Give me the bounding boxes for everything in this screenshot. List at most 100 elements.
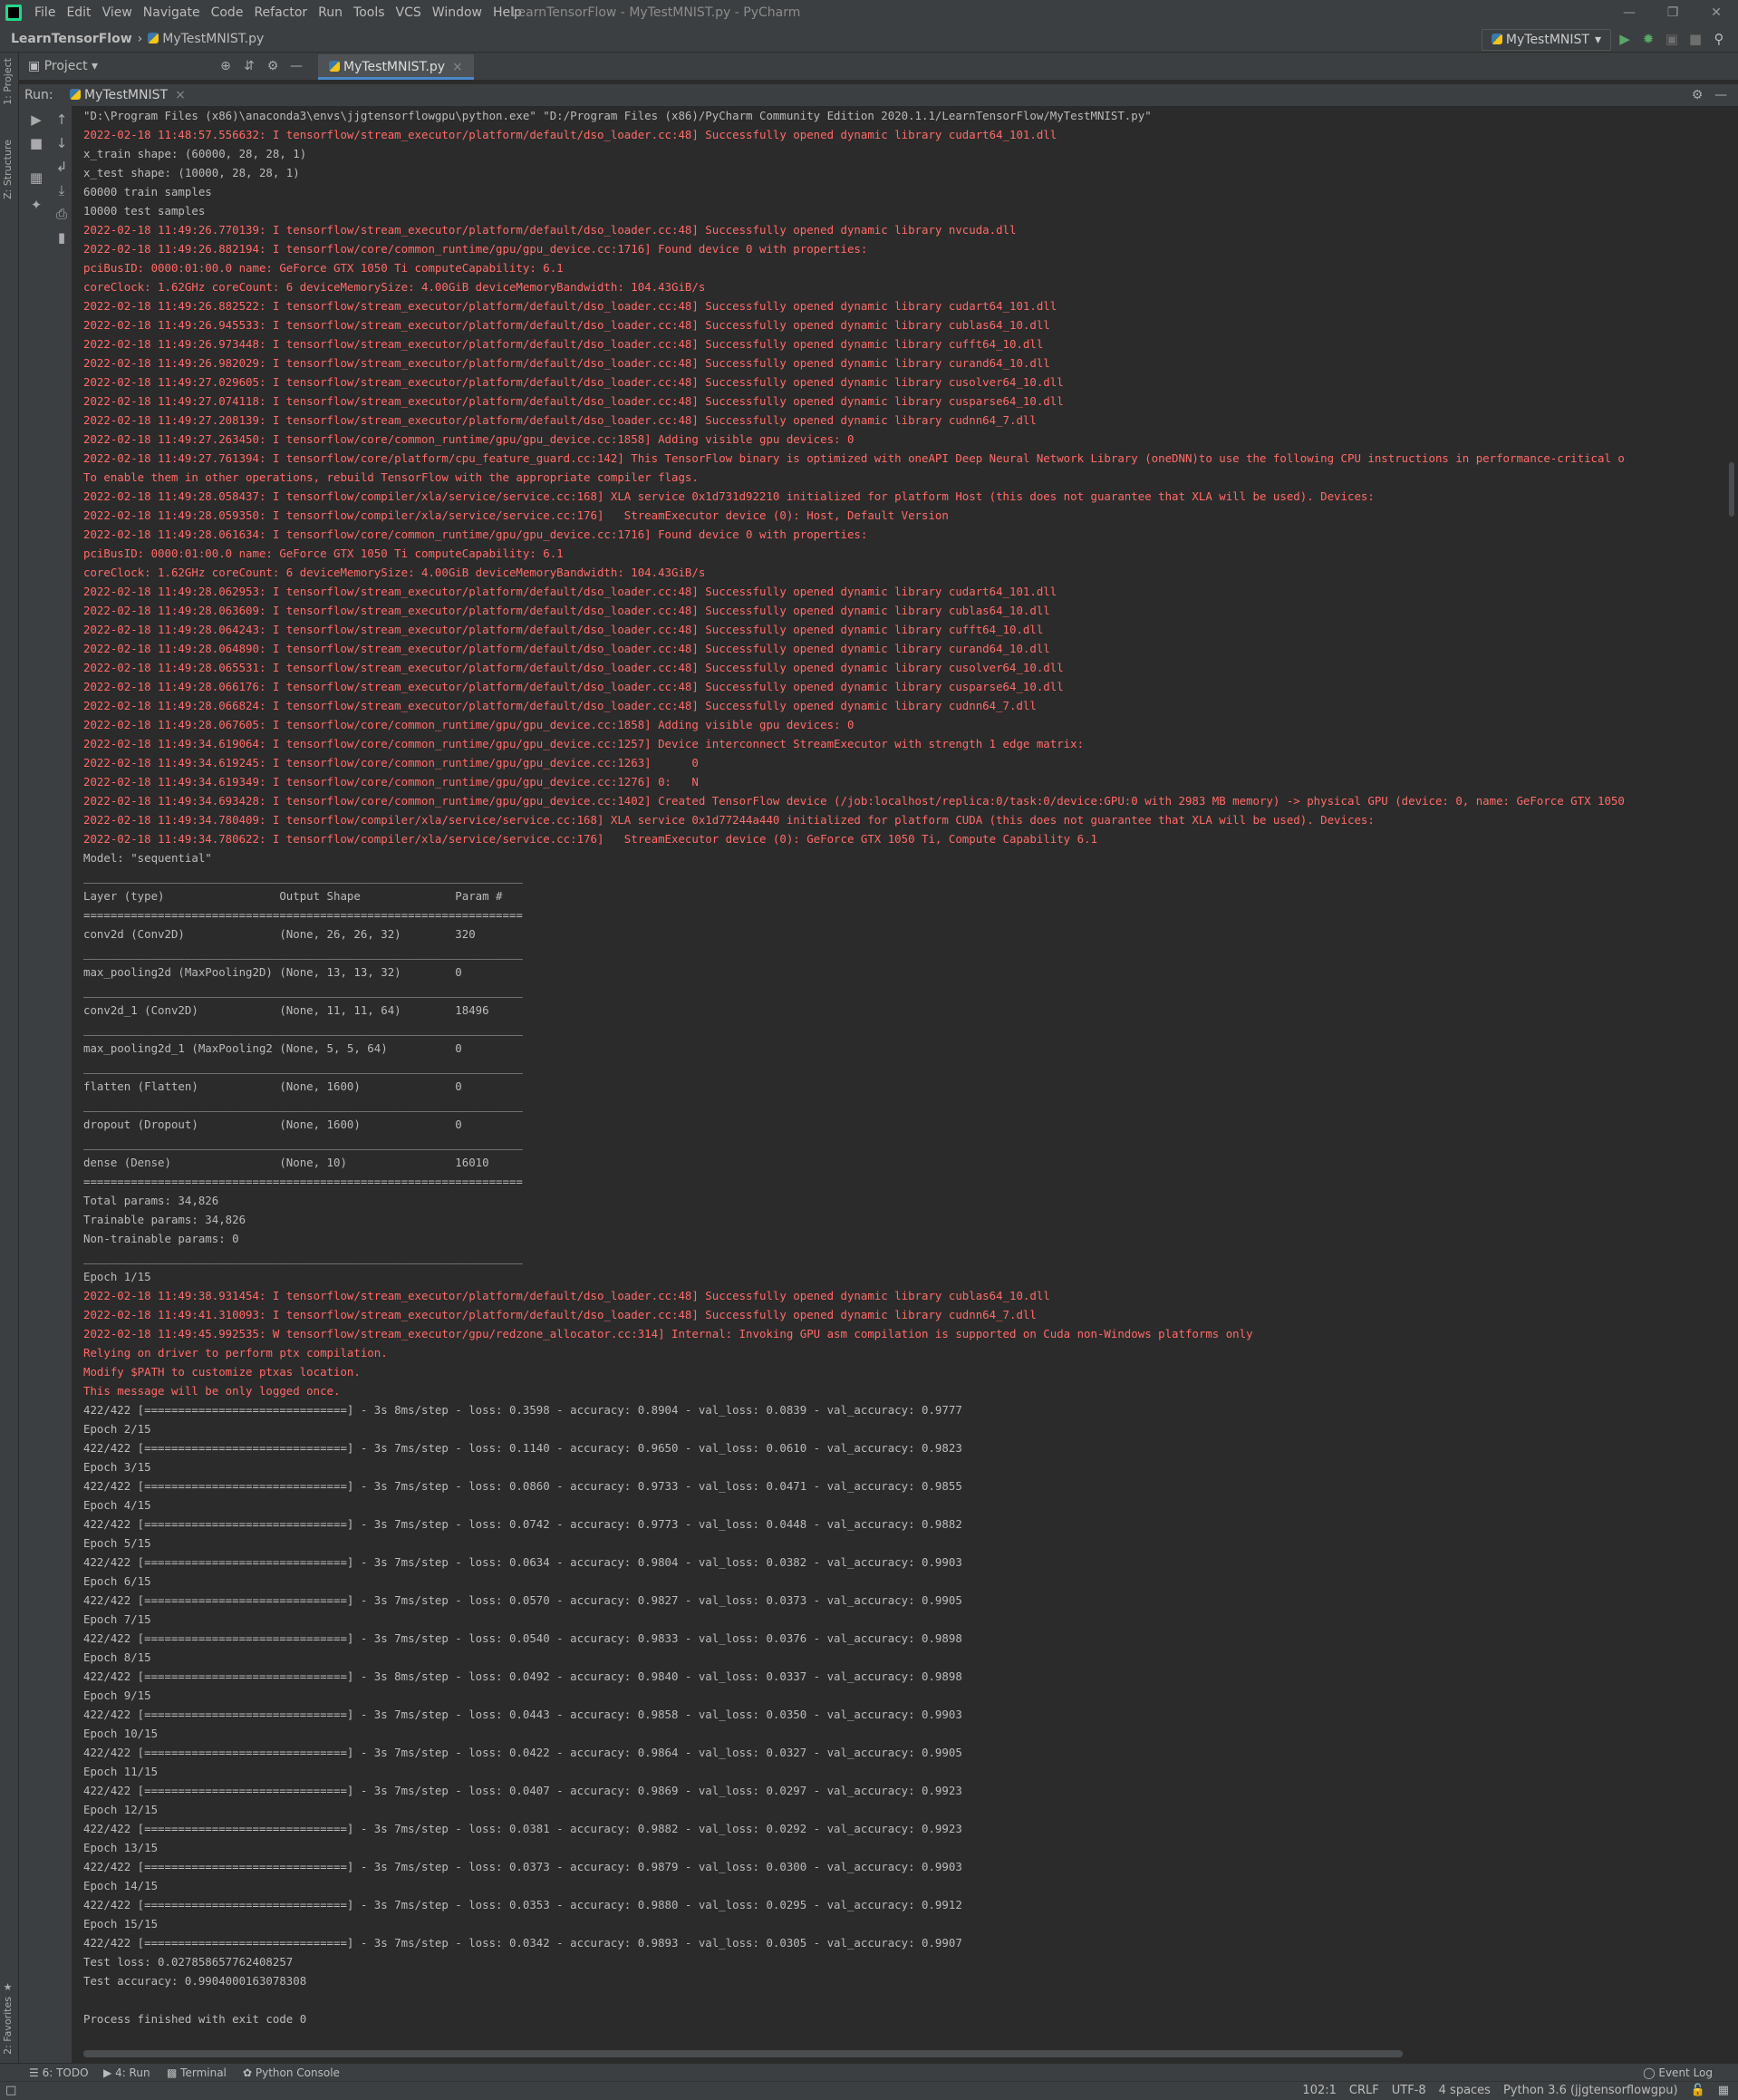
console-line: dense (Dense) (None, 10) 16010 [83,1156,489,1169]
minimize-icon[interactable]: — [1709,84,1733,106]
menu-view[interactable]: View [97,0,138,25]
run-toolbar: ▶ ↑ ■ ↓ ↲ ▦ ⤓ ✦ ⎙ ▮ [19,106,72,2063]
console-line: 2022-02-18 11:49:45.992535: W tensorflow… [83,1327,1253,1340]
menu-file[interactable]: File [29,0,61,25]
navigation-bar: LearnTensorFlow › MyTestMNIST.py MyTestMNI… [0,25,1738,53]
caret-position[interactable]: 102:1 [1302,2084,1336,2097]
close-icon[interactable]: × [452,60,463,74]
close-icon[interactable]: × [175,88,186,102]
python-file-icon [329,61,340,72]
console-line: Test loss: 0.027858657762408257 [83,1955,294,1969]
menu-tools[interactable]: Tools [348,0,391,25]
menu-run[interactable]: Run [313,0,348,25]
debug-icon[interactable]: ✹ [1637,25,1660,53]
console-line: 422/422 [==============================]… [83,1936,962,1950]
search-icon[interactable]: ⚲ [1707,25,1731,53]
console-line: Epoch 8/15 [83,1650,151,1664]
console-line: Non-trainable params: 0 [83,1232,239,1245]
menu-edit[interactable]: Edit [61,0,96,25]
editor-tab-mytestmnist[interactable]: MyTestMNIST.py × [318,54,474,80]
menu-code[interactable]: Code [206,0,249,25]
gear-icon[interactable]: ⚙ [1685,84,1709,106]
vertical-scrollbar[interactable] [1729,462,1734,517]
run-tab-label: MyTestMNIST [84,88,169,102]
python-interpreter[interactable]: Python 3.6 (jjgtensorflowgpu) [1503,2084,1678,2097]
console-line: 2022-02-18 11:49:27.208139: I tensorflow… [83,413,1037,427]
console-line: pciBusID: 0000:01:00.0 name: GeForce GTX… [83,261,564,275]
status-bar: □ 102:1 CRLF UTF-8 4 spaces Python 3.6 (jjgt… [0,2081,1738,2100]
favorites-tool-tab[interactable]: 2: Favorites ★ [2,1981,14,2055]
console-line: 422/422 [==============================]… [83,1593,962,1607]
title-bar: File Edit View Navigate Code Refactor Run Tools… [0,0,1738,25]
console-line: Epoch 2/15 [83,1422,151,1436]
console-line: "D:\Program Files (x86)\anaconda3\envs\j… [83,109,1152,122]
breadcrumb-file[interactable]: MyTestMNIST.py [162,32,264,46]
run-icon[interactable]: ▶ [1613,25,1637,53]
event-log-label: Event Log [1658,2066,1713,2079]
console-line: 2022-02-18 11:49:27.263450: I tensorflow… [83,432,855,446]
notifications-icon[interactable]: ▦ [1718,2084,1729,2097]
console-line: 2022-02-18 11:49:28.059350: I tensorflow… [83,508,949,522]
console-line: ________________________________________… [83,984,523,998]
console-line: Test accuracy: 0.9904000163078308 [83,1974,307,1988]
editor-tab-label: MyTestMNIST.py [343,60,446,74]
minimize-icon[interactable]: — [285,53,308,80]
horizontal-scrollbar[interactable] [83,2050,1403,2057]
menu-navigate[interactable]: Navigate [138,0,206,25]
menu-window[interactable]: Window [427,0,488,25]
indent-setting[interactable]: 4 spaces [1439,2084,1491,2097]
console-line: Epoch 14/15 [83,1879,159,1892]
coverage-icon[interactable]: ▣ [1660,25,1684,53]
status-left-icon[interactable]: □ [5,2082,16,2100]
python-file-icon [1491,34,1502,44]
console-line: 422/422 [==============================]… [83,1860,962,1873]
console-line: coreClock: 1.62GHz coreCount: 6 deviceMe… [83,566,706,579]
bottom-tab-terminal[interactable]: ▩ Terminal [167,2064,227,2082]
console-line: Epoch 6/15 [83,1574,151,1588]
console-line: Epoch 9/15 [83,1689,151,1702]
console-line: Epoch 11/15 [83,1765,159,1778]
console-line: 2022-02-18 11:48:57.556632: I tensorflow… [83,128,1057,141]
menu-vcs[interactable]: VCS [391,0,427,25]
bottom-tool-bar: ☰ 6: TODO ▶ 4: Run ▩ Terminal ✿ Python C… [0,2063,1738,2082]
event-log-button[interactable]: ◯ Event Log [1643,2064,1713,2082]
bottom-tab-run[interactable]: ▶ 4: Run [103,2064,150,2082]
run-configuration-select[interactable]: MyTestMNIST ▾ [1481,29,1611,51]
console-line: To enable them in other operations, rebu… [83,470,699,484]
lock-icon[interactable]: 🔓 [1691,2084,1705,2097]
stop-icon[interactable]: ■ [1684,25,1707,53]
project-tool-tab[interactable]: 1: Project [2,58,14,105]
bottom-tab-python-console[interactable]: ✿ Python Console [243,2064,340,2082]
console-line: Process finished with exit code 0 [83,2012,307,2026]
console-line: 422/422 [==============================]… [83,1708,962,1721]
breadcrumb-project[interactable]: LearnTensorFlow [11,32,132,46]
favorites-tool-tab-label: 2: Favorites [2,1997,14,2055]
folder-icon: ▣ [28,59,41,73]
locate-icon[interactable]: ⊕ [214,53,237,80]
console-line: 2022-02-18 11:49:28.064243: I tensorflow… [83,623,1044,636]
minimize-window-button[interactable]: — [1608,0,1651,25]
event-log-icon: ◯ [1643,2066,1656,2079]
bottom-tab-todo[interactable]: ☰ 6: TODO [29,2064,89,2082]
line-separator[interactable]: CRLF [1349,2084,1379,2097]
console-line: ________________________________________… [83,1060,523,1074]
console-line: Epoch 5/15 [83,1536,151,1550]
console-line: 422/422 [==============================]… [83,1746,962,1759]
console-line: 422/422 [==============================]… [83,1669,962,1683]
run-panel-label: Run: [24,88,53,102]
menu-refactor[interactable]: Refactor [248,0,313,25]
restore-window-button[interactable]: ❐ [1651,0,1695,25]
console-line: dropout (Dropout) (None, 1600) 0 [83,1118,462,1131]
collapse-icon[interactable]: ⇵ [237,53,261,80]
console-line: 2022-02-18 11:49:28.058437: I tensorflow… [83,489,1375,503]
gear-icon[interactable]: ⚙ [261,53,285,80]
run-tab-mytestmnist[interactable]: MyTestMNIST × [64,84,186,106]
console-line: conv2d_1 (Conv2D) (None, 11, 11, 64) 184… [83,1003,489,1017]
file-encoding[interactable]: UTF-8 [1392,2084,1426,2097]
close-window-button[interactable]: ✕ [1695,0,1738,25]
project-view-select[interactable]: ▣ Project ▾ [28,53,98,80]
run-console-output[interactable]: "D:\Program Files (x86)\anaconda3\envs\j… [72,106,1738,2055]
console-line: Layer (type) Output Shape Param # [83,889,503,903]
console-line: 422/422 [==============================]… [83,1898,962,1911]
